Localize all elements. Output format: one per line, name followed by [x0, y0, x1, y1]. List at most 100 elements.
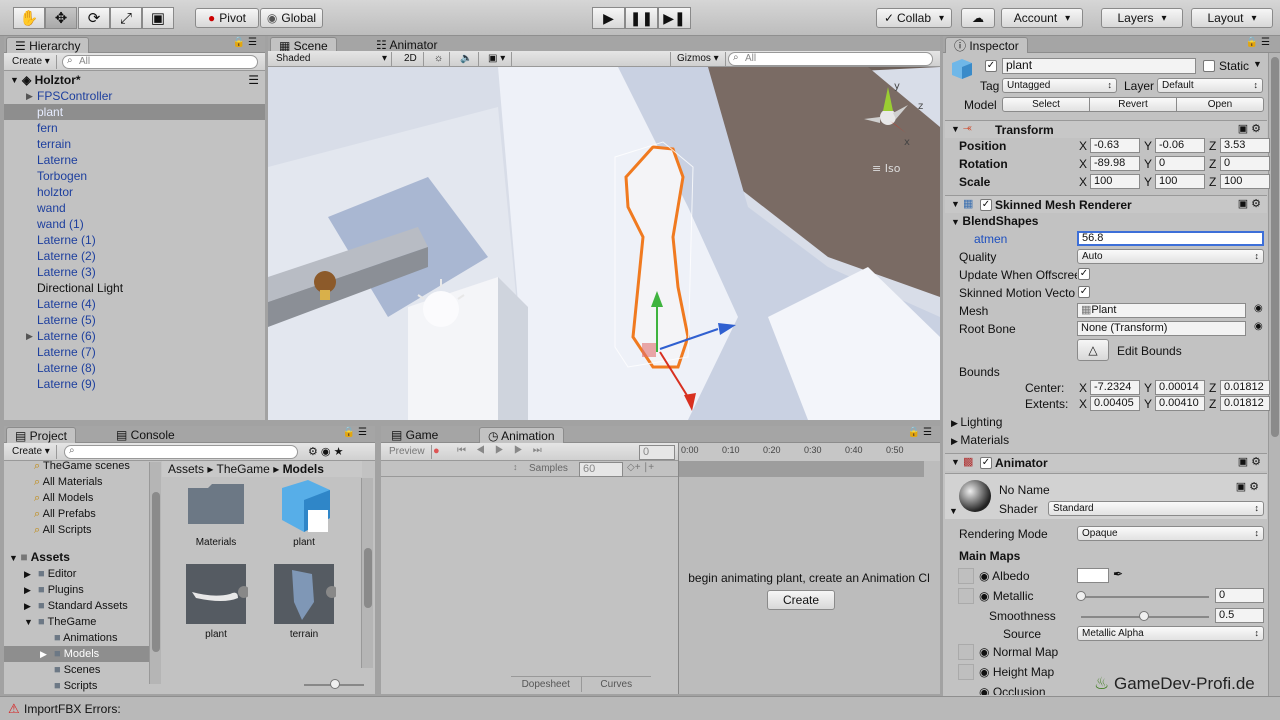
status-message[interactable]: ImportFBX Errors:: [24, 702, 121, 716]
layers-dropdown[interactable]: Layers: [1101, 8, 1183, 28]
hierarchy-item[interactable]: Torbogen: [4, 168, 265, 184]
collapsed-arrow-icon[interactable]: ▶: [26, 88, 33, 104]
asset-terrain-model[interactable]: terrain: [264, 562, 344, 640]
hierarchy-item[interactable]: Laterne (2): [4, 248, 265, 264]
smoothness-field[interactable]: 0.5: [1215, 608, 1264, 623]
component-settings-icon[interactable]: ▣ ⚙: [1238, 455, 1261, 468]
animator-header[interactable]: ▼ ▩ ✓ Animator ▣ ⚙: [945, 453, 1267, 471]
collapsed-arrow-icon[interactable]: ▶: [24, 582, 31, 598]
favorite-item[interactable]: ⌕ All Materials: [34, 474, 103, 490]
2d-toggle[interactable]: 2D: [398, 52, 424, 66]
vector-field[interactable]: 0.00014: [1155, 380, 1205, 395]
hierarchy-item[interactable]: Laterne (5): [4, 312, 265, 328]
lighting-foldout[interactable]: ▶ Lighting: [951, 415, 1002, 429]
metallic-field[interactable]: 0: [1215, 588, 1264, 603]
hierarchy-item[interactable]: Laterne (1): [4, 232, 265, 248]
hierarchy-item[interactable]: Laterne (4): [4, 296, 265, 312]
collapsed-arrow-icon[interactable]: ▶: [26, 328, 33, 344]
project-folder-item[interactable]: ■ Animations: [4, 630, 149, 646]
object-picker-icon[interactable]: ◉: [1254, 321, 1263, 332]
project-folder-item[interactable]: ▶ ■ Editor: [4, 566, 149, 582]
project-folder-item[interactable]: ▶ ■ Plugins: [4, 582, 149, 598]
assets-root-row[interactable]: ▼ ■ Assets: [9, 550, 70, 564]
inspector-menu-icon[interactable]: 🔒 ☰: [1246, 37, 1270, 48]
rendering-mode-dropdown[interactable]: Opaque: [1077, 526, 1264, 541]
record-icon[interactable]: ●: [433, 445, 440, 457]
breadcrumb-assets[interactable]: Assets: [168, 462, 204, 476]
favorite-item[interactable]: ⌕ All Scripts: [34, 522, 92, 538]
project-create-button[interactable]: Create ▾: [6, 445, 57, 459]
smr-header[interactable]: ▼ ▦ ✓ Skinned Mesh Renderer ▣ ⚙: [945, 195, 1267, 213]
atmen-field[interactable]: 56.8: [1077, 231, 1264, 246]
shader-dropdown[interactable]: Standard: [1048, 501, 1264, 516]
collapsed-arrow-icon[interactable]: ▶: [24, 566, 31, 582]
timeline-ruler[interactable]: 0:00 0:10 0:20 0:30 0:40 0:50: [679, 443, 940, 461]
hierarchy-item[interactable]: fern: [4, 120, 265, 136]
vector-field[interactable]: 100: [1220, 174, 1270, 189]
tab-hierarchy[interactable]: ☰ Hierarchy: [6, 37, 90, 53]
project-folder-item[interactable]: ▼ ■ TheGame: [4, 614, 149, 630]
favorite-item[interactable]: ⌕ TheGame scenes: [34, 458, 130, 474]
hierarchy-item[interactable]: plant: [4, 104, 265, 120]
hierarchy-create-button[interactable]: Create ▾: [6, 55, 57, 69]
hierarchy-item[interactable]: terrain: [4, 136, 265, 152]
scene-search-input[interactable]: All: [728, 52, 933, 66]
tab-animation[interactable]: ◷ Animation: [479, 427, 564, 443]
samples-field[interactable]: 60: [579, 462, 623, 477]
vector-field[interactable]: 0.01812: [1220, 380, 1270, 395]
scale-tool-button[interactable]: ⤢: [110, 7, 142, 29]
hierarchy-item[interactable]: wand: [4, 200, 265, 216]
model-revert-button[interactable]: Revert: [1090, 98, 1177, 111]
vector-field[interactable]: 0.00410: [1155, 396, 1205, 411]
assets-scrollbar[interactable]: [361, 478, 373, 668]
model-open-button[interactable]: Open: [1177, 98, 1263, 111]
vector-field[interactable]: 0: [1155, 156, 1205, 171]
source-dropdown[interactable]: Metallic Alpha: [1077, 626, 1264, 641]
active-checkbox[interactable]: ✓: [985, 60, 997, 72]
component-settings-icon[interactable]: ▣ ⚙: [1238, 122, 1261, 135]
tab-project[interactable]: ▤ Project: [6, 427, 77, 443]
move-tool-button[interactable]: ✥: [45, 7, 77, 29]
asset-materials-folder[interactable]: Materials: [176, 478, 256, 548]
metallic-texture-slot[interactable]: [958, 588, 974, 604]
project-folder-item[interactable]: ■ Scenes: [4, 662, 149, 678]
metallic-slider[interactable]: [1081, 596, 1209, 598]
smr-enabled-checkbox[interactable]: ✓: [980, 199, 992, 211]
albedo-texture-slot[interactable]: [958, 568, 974, 584]
project-search-input[interactable]: [64, 445, 298, 459]
tab-curves[interactable]: Curves: [582, 677, 652, 692]
hierarchy-item[interactable]: Laterne: [4, 152, 265, 168]
mesh-field[interactable]: ▦Plant: [1077, 303, 1246, 318]
vector-field[interactable]: -7.2324: [1090, 380, 1140, 395]
asset-plant-prefab[interactable]: plant: [264, 478, 344, 548]
tab-game[interactable]: ▤ Game: [383, 427, 446, 443]
effects-dropdown[interactable]: ▣ ▾: [482, 52, 513, 66]
quality-dropdown[interactable]: Auto: [1077, 249, 1264, 264]
scene-menu-icon[interactable]: ☰: [248, 72, 259, 88]
vector-field[interactable]: 0.00405: [1090, 396, 1140, 411]
expanded-arrow-icon[interactable]: ▼: [24, 614, 33, 630]
breadcrumb-models[interactable]: Models: [283, 462, 324, 476]
collab-dropdown[interactable]: ✓ Collab: [876, 8, 952, 28]
rootbone-field[interactable]: None (Transform): [1077, 321, 1246, 336]
scene-viewport[interactable]: y z x ≡ Iso: [268, 67, 940, 420]
filter-icons[interactable]: ⚙ ◉ ★: [308, 445, 343, 458]
transform-header[interactable]: ▼ ⤛ Transform ▣ ⚙: [945, 120, 1267, 138]
pivot-toggle[interactable]: ● Pivot: [195, 8, 259, 28]
playback-icons[interactable]: ⏮◀▶▶⏭: [457, 445, 552, 456]
collapsed-arrow-icon[interactable]: ▶: [24, 598, 31, 614]
hierarchy-item[interactable]: wand (1): [4, 216, 265, 232]
hierarchy-item[interactable]: Laterne (7): [4, 344, 265, 360]
object-name-field[interactable]: plant: [1002, 58, 1196, 74]
materials-foldout[interactable]: ▶ Materials: [951, 433, 1009, 447]
blendshapes-foldout[interactable]: ▼ BlendShapes: [951, 214, 1038, 228]
metallic-slider-knob[interactable]: [1076, 591, 1086, 601]
hierarchy-item[interactable]: Laterne (8): [4, 360, 265, 376]
tree-scrollbar[interactable]: [149, 462, 161, 684]
vector-field[interactable]: -89.98: [1090, 156, 1140, 171]
tab-dopesheet[interactable]: Dopesheet: [511, 677, 582, 692]
play-button[interactable]: ▶: [592, 7, 625, 29]
shading-dropdown[interactable]: Shaded ▾: [270, 52, 392, 66]
icon-size-knob[interactable]: [330, 679, 340, 689]
height-map-slot[interactable]: [958, 664, 974, 680]
